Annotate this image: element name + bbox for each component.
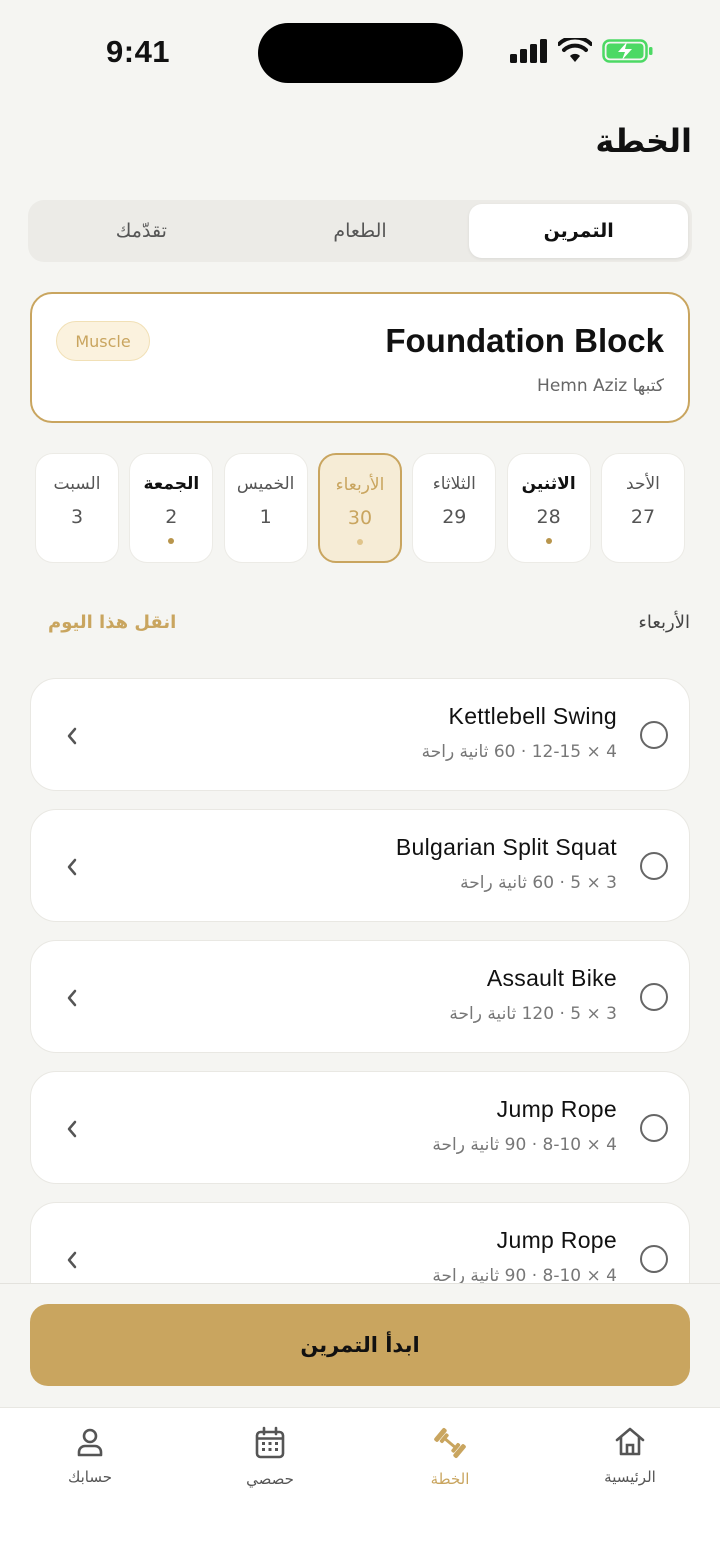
wifi-icon: [558, 38, 592, 62]
day-name: الجمعة: [143, 474, 200, 494]
exercise-card[interactable]: Jump Rope 4 × 8-10 · 90 ثانية راحة: [30, 1202, 690, 1283]
exercise-name: Bulgarian Split Squat: [395, 834, 617, 860]
exercise-detail: 3 × 5 · 60 ثانية راحة: [460, 873, 617, 893]
selected-day-heading: الأربعاء: [638, 612, 690, 633]
move-day-link[interactable]: انقل هذا اليوم: [48, 612, 176, 633]
day-monday[interactable]: الاثنين 28: [506, 453, 591, 563]
exercise-name: Assault Bike: [486, 965, 617, 991]
plan-name: Foundation Block: [385, 322, 664, 359]
page-title: الخطة: [595, 122, 692, 160]
exercise-card[interactable]: Bulgarian Split Squat 3 × 5 · 60 ثانية ر…: [30, 809, 690, 922]
day-number: 27: [630, 506, 656, 528]
exercise-detail: 4 × 12-15 · 60 ثانية راحة: [421, 742, 617, 762]
day-name: الأربعاء: [335, 475, 385, 495]
workout-dot-indicator: [356, 539, 363, 545]
completion-checkbox[interactable]: [640, 1114, 668, 1142]
exercise-detail: 4 × 8-10 · 90 ثانية راحة: [432, 1266, 617, 1283]
start-workout-button[interactable]: ابدأ التمرين: [30, 1304, 690, 1386]
day-wednesday[interactable]: الأربعاء 30: [317, 453, 402, 563]
day-sunday[interactable]: الأحد 27: [600, 453, 685, 563]
completion-checkbox[interactable]: [640, 852, 668, 880]
day-thursday[interactable]: الخميس 1: [223, 453, 308, 563]
completion-checkbox[interactable]: [640, 983, 668, 1011]
workout-dot-indicator: [545, 538, 552, 544]
tabbar-label: حصصي: [246, 1470, 294, 1488]
day-saturday[interactable]: السبت 3: [35, 453, 119, 563]
chevron-left-icon: [67, 1120, 77, 1138]
exercise-list[interactable]: Kettlebell Swing 4 × 12-15 · 60 ثانية را…: [0, 660, 720, 1283]
day-selector: الأحد 27 الاثنين 28 الثلاثاء 29 الأربعاء…: [35, 453, 685, 563]
tab-bar: الرئيسية الخطة حصصي حسابك: [0, 1407, 720, 1564]
bottom-action-panel: ابدأ التمرين: [0, 1283, 720, 1407]
exercise-card[interactable]: Assault Bike 3 × 5 · 120 ثانية راحة: [30, 940, 690, 1053]
completion-checkbox[interactable]: [640, 1245, 668, 1273]
tabbar-item-sessions[interactable]: حصصي: [210, 1426, 330, 1488]
tabbar-label: الرئيسية: [604, 1468, 656, 1486]
day-number: 28: [536, 506, 561, 528]
battery-charging-icon: [602, 39, 653, 63]
cellular-signal-icon: [510, 39, 547, 63]
plan-tag-badge: Muscle: [56, 321, 150, 361]
day-name: السبت: [53, 474, 101, 494]
status-bar: 9:41: [0, 0, 720, 100]
exercise-card[interactable]: Jump Rope 4 × 8-10 · 90 ثانية راحة: [30, 1071, 690, 1184]
day-number: 2: [165, 506, 178, 528]
day-number: 3: [70, 506, 84, 528]
tabbar-item-account[interactable]: حسابك: [30, 1426, 150, 1486]
tabbar-label: الخطة: [430, 1470, 470, 1488]
day-name: الاثنين: [521, 474, 576, 494]
exercise-name: Jump Rope: [496, 1096, 617, 1122]
tabbar-item-plan[interactable]: الخطة: [390, 1426, 510, 1488]
day-name: الثلاثاء: [432, 474, 476, 494]
exercise-detail: 4 × 8-10 · 90 ثانية راحة: [432, 1135, 617, 1155]
dynamic-island: [258, 23, 463, 83]
plan-author: كتبها Hemn Aziz: [537, 376, 664, 396]
exercise-name: Jump Rope: [496, 1227, 617, 1253]
tabbar-item-home[interactable]: الرئيسية: [570, 1426, 690, 1486]
dumbbell-icon: [434, 1428, 466, 1458]
day-friday[interactable]: الجمعة 2: [129, 453, 214, 563]
status-time: 9:41: [106, 34, 171, 69]
tabbar-label: حسابك: [67, 1468, 113, 1486]
chevron-left-icon: [67, 1251, 77, 1269]
user-icon: [77, 1428, 103, 1457]
workout-dot-indicator: [168, 538, 175, 544]
day-name: الخميس: [236, 474, 295, 494]
chevron-left-icon: [67, 727, 77, 745]
plan-card[interactable]: Foundation Block كتبها Hemn Aziz Muscle: [30, 292, 690, 423]
exercise-name: Kettlebell Swing: [448, 703, 617, 729]
day-number: 30: [347, 507, 373, 529]
tab-food[interactable]: الطعام: [251, 204, 470, 258]
day-name: الأحد: [626, 474, 660, 494]
day-number: 1: [259, 506, 272, 528]
exercise-detail: 3 × 5 · 120 ثانية راحة: [449, 1004, 617, 1024]
tab-workout[interactable]: التمرين: [469, 204, 688, 258]
calendar-icon: [255, 1426, 285, 1459]
segmented-control: التمرين الطعام تقدّمك: [28, 200, 692, 262]
status-icons: [510, 38, 654, 64]
chevron-left-icon: [67, 989, 77, 1007]
chevron-left-icon: [67, 858, 77, 876]
home-icon: [615, 1427, 645, 1456]
completion-checkbox[interactable]: [640, 721, 668, 749]
day-tuesday[interactable]: الثلاثاء 29: [412, 453, 497, 563]
exercise-card[interactable]: Kettlebell Swing 4 × 12-15 · 60 ثانية را…: [30, 678, 690, 791]
tab-progress[interactable]: تقدّمك: [32, 204, 251, 258]
day-number: 29: [442, 506, 467, 528]
